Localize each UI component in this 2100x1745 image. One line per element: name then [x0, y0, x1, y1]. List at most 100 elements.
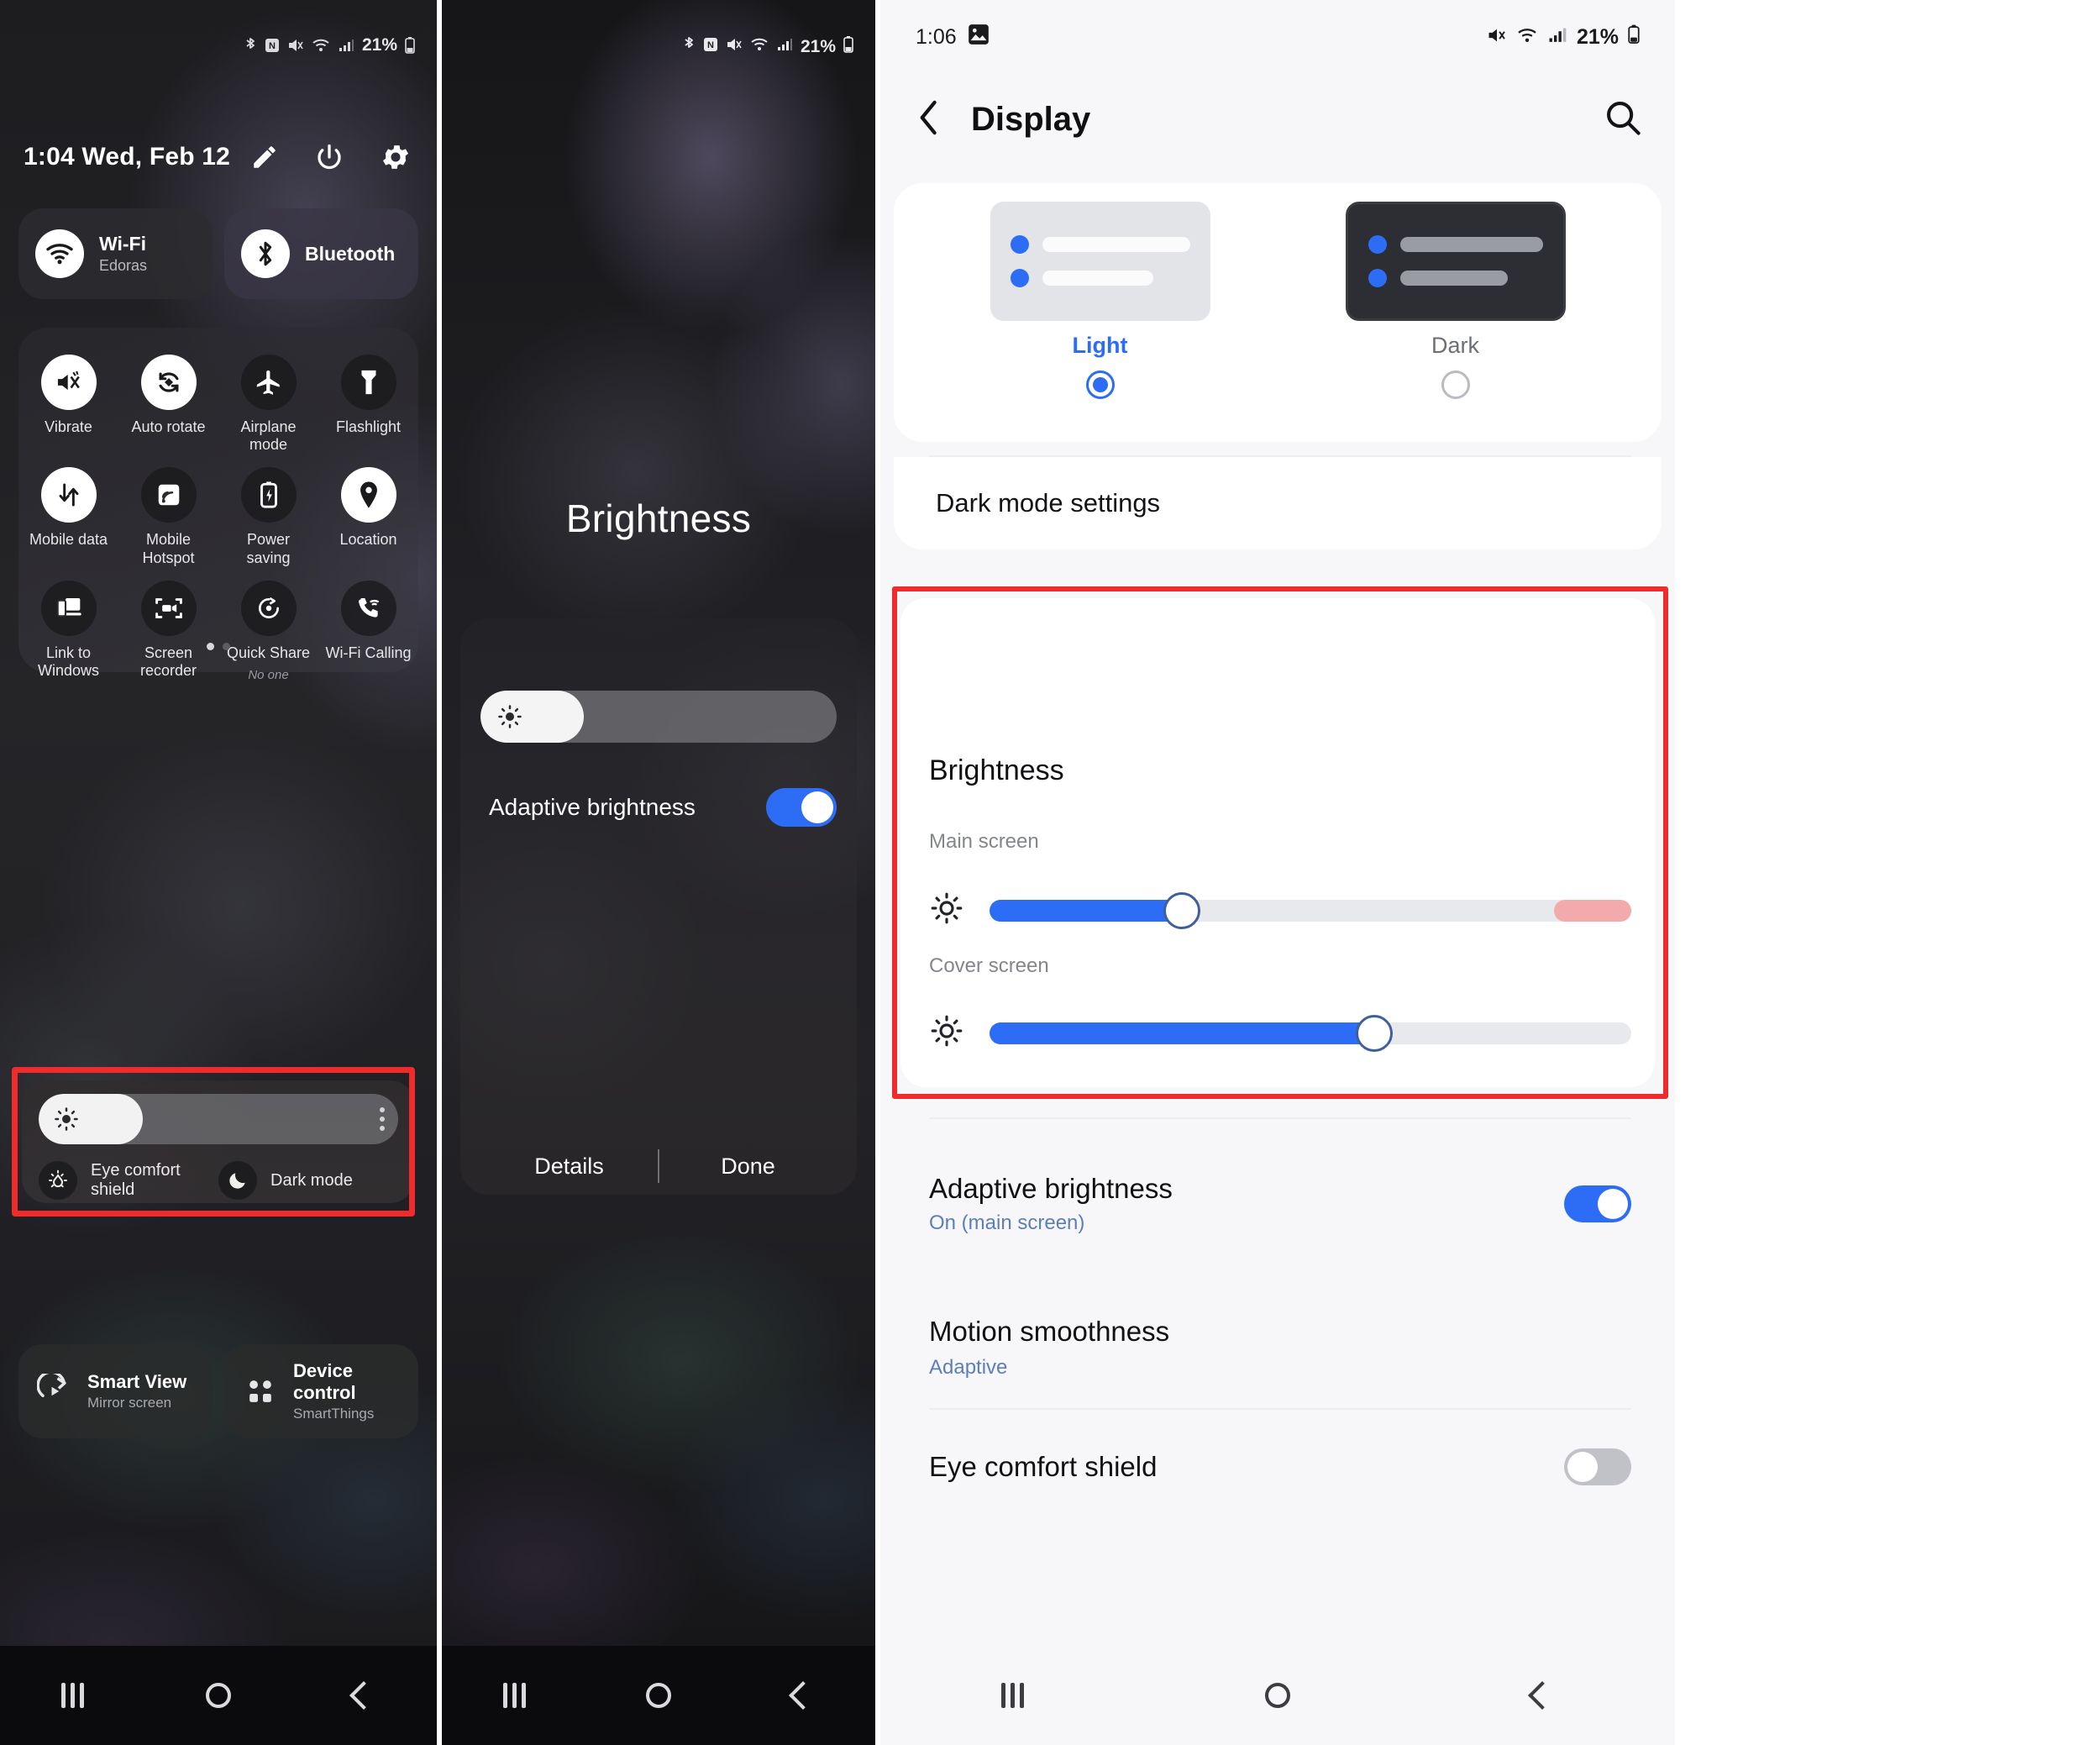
adaptive-brightness-toggle[interactable] — [1564, 1185, 1631, 1222]
motion-smoothness-row[interactable]: Motion smoothness Adaptive — [929, 1316, 1169, 1380]
slider-fill — [990, 899, 1183, 922]
battery-icon — [405, 37, 415, 54]
status-bar: N 21% — [0, 35, 437, 55]
preview-dot — [1010, 235, 1029, 254]
svg-text:N: N — [269, 41, 276, 51]
three-panel-screenshot: N 21% 1:04 Wed, Feb 12 Wi-Fi Edoras Blue… — [0, 0, 2100, 1745]
more-vertical-icon[interactable] — [380, 1107, 385, 1131]
slider-knob[interactable] — [1163, 891, 1201, 929]
light-theme-radio[interactable] — [1085, 371, 1115, 399]
tile-link-to-windows[interactable]: Link to Windows — [18, 580, 118, 682]
page-dot[interactable] — [223, 643, 230, 650]
page-dot-active[interactable] — [207, 643, 214, 650]
recents-icon[interactable] — [476, 1666, 552, 1725]
details-button[interactable]: Details — [480, 1154, 658, 1180]
tile-auto-rotate[interactable]: Auto rotate — [118, 355, 218, 454]
wifi-calling-icon — [340, 580, 396, 636]
smart-view-card[interactable]: Smart View Mirror screen — [18, 1344, 213, 1438]
power-icon[interactable] — [314, 142, 344, 172]
back-icon[interactable] — [765, 1666, 841, 1725]
home-icon[interactable] — [1240, 1666, 1315, 1725]
connectivity-pills: Wi-Fi Edoras Bluetooth — [18, 208, 418, 299]
bluetooth-title: Bluetooth — [305, 242, 396, 265]
tile-screen-recorder[interactable]: Screen recorder — [118, 580, 218, 682]
tile-flashlight[interactable]: Flashlight — [318, 355, 418, 454]
signal-icon — [1547, 25, 1567, 50]
adaptive-brightness-title: Adaptive brightness — [929, 1173, 1173, 1204]
tile-airplane-mode[interactable]: Airplane mode — [218, 355, 318, 454]
tile-label: Vibrate — [45, 418, 92, 435]
navigation-bar — [442, 1646, 875, 1745]
vibrate-icon — [40, 355, 97, 410]
device-control-title: Device control — [293, 1360, 356, 1403]
tile-mobile-data[interactable]: Mobile data — [18, 467, 118, 566]
navigation-bar — [0, 1646, 437, 1745]
clock-date-label: 1:04 Wed, Feb 12 — [24, 143, 231, 171]
eye-comfort-shield-toggle[interactable] — [1564, 1448, 1631, 1485]
tile-vibrate[interactable]: Vibrate — [18, 355, 118, 454]
back-chevron-icon[interactable] — [914, 98, 944, 141]
recents-icon[interactable] — [35, 1666, 111, 1725]
bottom-shortcut-row: Smart View Mirror screen Device control … — [18, 1344, 418, 1438]
recents-icon[interactable] — [975, 1666, 1051, 1725]
screen-recorder-icon — [140, 580, 197, 636]
tile-sublabel: No one — [248, 668, 289, 683]
tile-power-saving[interactable]: Power saving — [218, 467, 318, 566]
back-icon[interactable] — [1504, 1666, 1580, 1725]
home-icon[interactable] — [621, 1666, 696, 1725]
brightness-slider[interactable] — [39, 1094, 398, 1144]
wifi-icon — [750, 37, 769, 57]
smart-view-icon — [35, 1372, 74, 1411]
smart-view-title: Smart View — [87, 1371, 187, 1392]
brightness-dialog-panel: N 21% Brightness Adaptive brightness Det… — [437, 0, 875, 1745]
tile-mobile-hotspot[interactable]: Mobile Hotspot — [118, 467, 218, 566]
tile-wifi-calling[interactable]: Wi-Fi Calling — [318, 580, 418, 682]
divider — [929, 1117, 1631, 1119]
light-theme-preview — [990, 202, 1210, 321]
tile-location[interactable]: Location — [318, 467, 418, 566]
dark-theme-radio[interactable] — [1441, 371, 1470, 399]
status-bar: 1:06 21% — [880, 13, 1675, 60]
preview-bar — [1042, 237, 1190, 252]
dark-mode-settings-row[interactable]: Dark mode settings — [894, 457, 1662, 549]
eye-comfort-icon — [39, 1161, 77, 1200]
device-control-card[interactable]: Device control SmartThings — [224, 1344, 418, 1438]
mute-icon — [726, 37, 743, 57]
smart-view-subtitle: Mirror screen — [87, 1395, 172, 1411]
preview-dot — [1368, 235, 1387, 254]
back-icon[interactable] — [326, 1666, 402, 1725]
tile-label: Location — [339, 531, 397, 549]
theme-option-dark[interactable]: Dark — [1326, 202, 1586, 399]
dark-mode-button[interactable]: Dark mode — [218, 1161, 398, 1200]
main-screen-brightness-slider[interactable] — [990, 891, 1631, 929]
theme-option-light[interactable]: Light — [970, 202, 1231, 399]
bluetooth-tile[interactable]: Bluetooth — [224, 208, 418, 299]
divider — [929, 1408, 1631, 1410]
eye-comfort-shield-button[interactable]: Eye comfort shield — [39, 1161, 218, 1200]
edit-pencil-icon[interactable] — [250, 143, 279, 171]
hotspot-icon — [140, 467, 197, 523]
signal-icon — [338, 38, 354, 53]
home-icon[interactable] — [181, 1666, 256, 1725]
brightness-slider-fill — [480, 691, 584, 743]
clock-row: 1:04 Wed, Feb 12 — [24, 141, 418, 173]
display-settings-panel: 1:06 21% Display Light Dark Dark mode se… — [875, 0, 1675, 1745]
slider-knob[interactable] — [1356, 1014, 1394, 1052]
search-icon[interactable] — [1604, 99, 1641, 140]
wifi-icon — [312, 38, 330, 53]
adaptive-brightness-row[interactable]: Adaptive brightness On (main screen) — [929, 1173, 1631, 1235]
wifi-icon — [35, 229, 84, 278]
preview-bar — [1042, 271, 1154, 286]
done-button[interactable]: Done — [659, 1154, 837, 1180]
slider-warning-zone — [1554, 899, 1631, 922]
dialog-actions: Details Done — [480, 1149, 837, 1183]
wifi-tile[interactable]: Wi-Fi Edoras — [18, 208, 213, 299]
gear-icon[interactable] — [380, 141, 412, 173]
eye-comfort-shield-row[interactable]: Eye comfort shield — [929, 1448, 1631, 1485]
main-screen-label: Main screen — [929, 830, 1039, 853]
adaptive-brightness-toggle[interactable] — [766, 788, 837, 827]
brightness-slider[interactable] — [480, 691, 837, 743]
flashlight-icon — [340, 355, 396, 410]
tile-quick-share[interactable]: Quick Share No one — [218, 580, 318, 683]
cover-screen-brightness-slider[interactable] — [990, 1014, 1631, 1052]
